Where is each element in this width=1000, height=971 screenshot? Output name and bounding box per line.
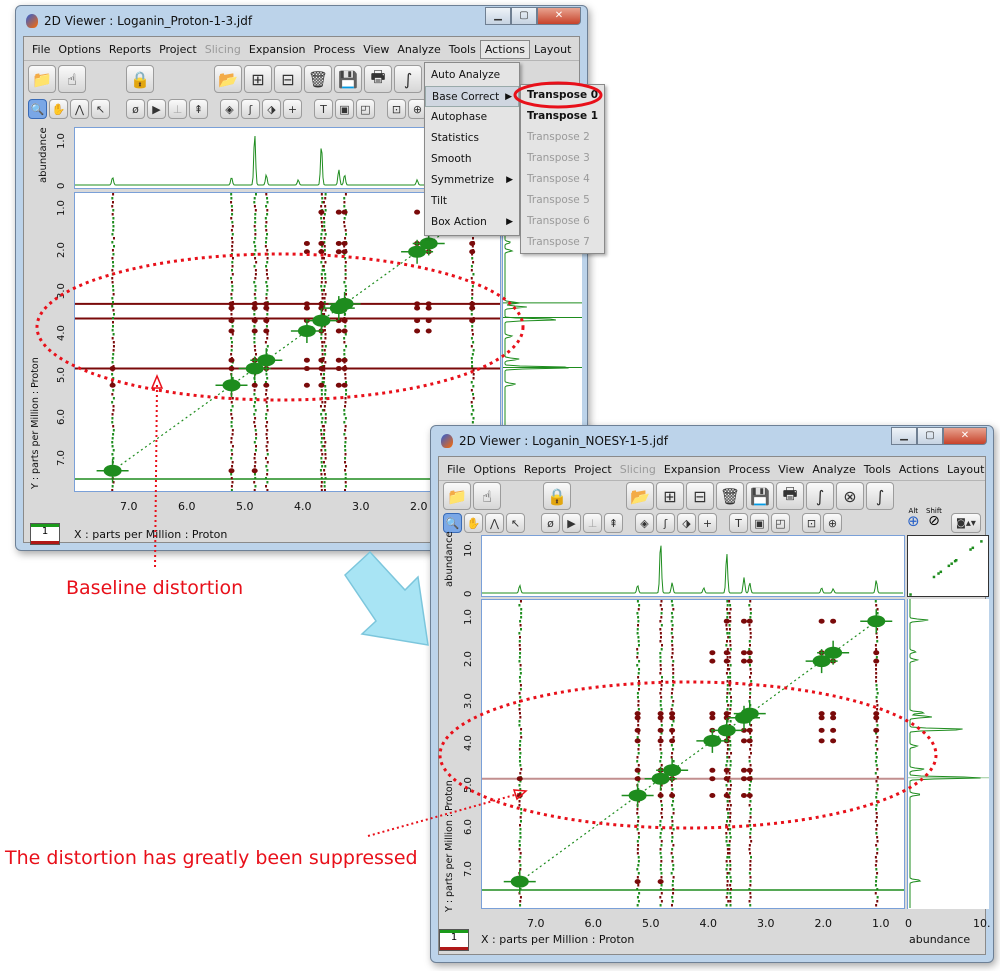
pointer-line-after (367, 793, 519, 837)
annotation-overlay (35, 252, 938, 837)
pointer-arrowhead-after (512, 789, 528, 801)
after-annotation: The distortion has greatly been suppress… (5, 847, 418, 869)
before-annotation: Baseline distortion (66, 577, 244, 599)
transition-arrow (344, 550, 429, 646)
distortion-ellipse-after (438, 680, 938, 830)
pointer-line-before (154, 384, 158, 569)
distortion-ellipse-before (35, 252, 525, 402)
